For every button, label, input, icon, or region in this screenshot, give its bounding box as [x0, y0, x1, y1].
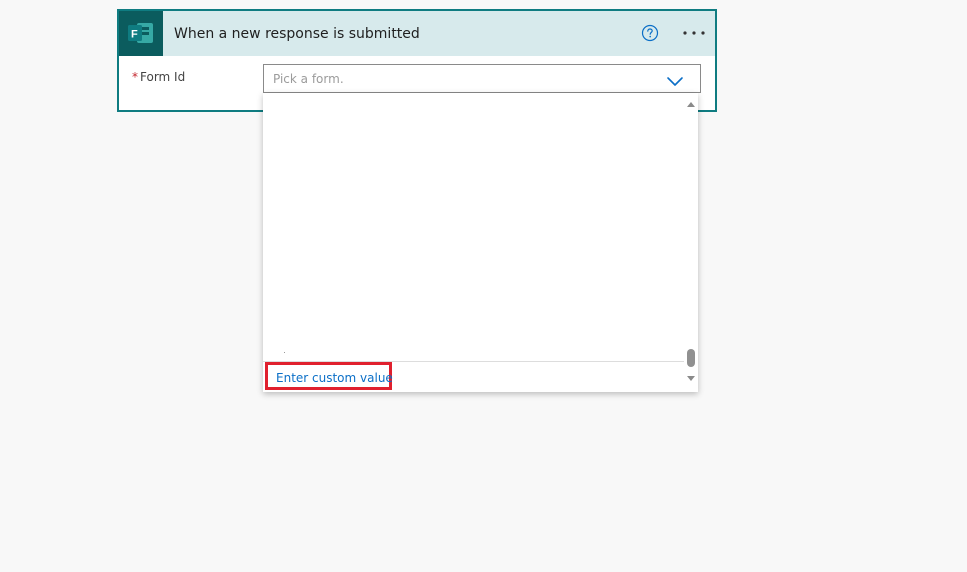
scrollbar-thumb[interactable]: [687, 349, 695, 367]
enter-custom-value-button[interactable]: Enter custom value: [265, 362, 393, 390]
help-circle-icon[interactable]: [641, 24, 659, 42]
more-options-icon[interactable]: [682, 24, 706, 42]
flow-designer-canvas: F When a new response is submitted * For…: [0, 0, 967, 572]
microsoft-forms-icon: F: [119, 11, 163, 56]
trigger-card-header[interactable]: F When a new response is submitted: [119, 11, 715, 56]
scroll-up-arrow-icon[interactable]: [687, 102, 695, 107]
form-id-label-text: Form Id: [140, 70, 186, 84]
form-options-list: Enter custom value: [263, 93, 698, 392]
trigger-title: When a new response is submitted: [174, 26, 420, 42]
form-options-scroll-area[interactable]: [263, 93, 684, 361]
list-artifact: [284, 352, 285, 353]
form-id-dropdown[interactable]: Pick a form.: [263, 64, 701, 93]
forms-icon-letter: F: [131, 29, 138, 41]
chevron-down-icon[interactable]: [666, 73, 684, 92]
dropdown-scrollbar[interactable]: [684, 93, 698, 392]
form-id-label: * Form Id: [132, 70, 185, 84]
required-marker: *: [132, 70, 138, 84]
scroll-down-arrow-icon[interactable]: [687, 376, 695, 381]
form-id-placeholder: Pick a form.: [273, 72, 344, 86]
enter-custom-value-label: Enter custom value: [276, 371, 393, 385]
